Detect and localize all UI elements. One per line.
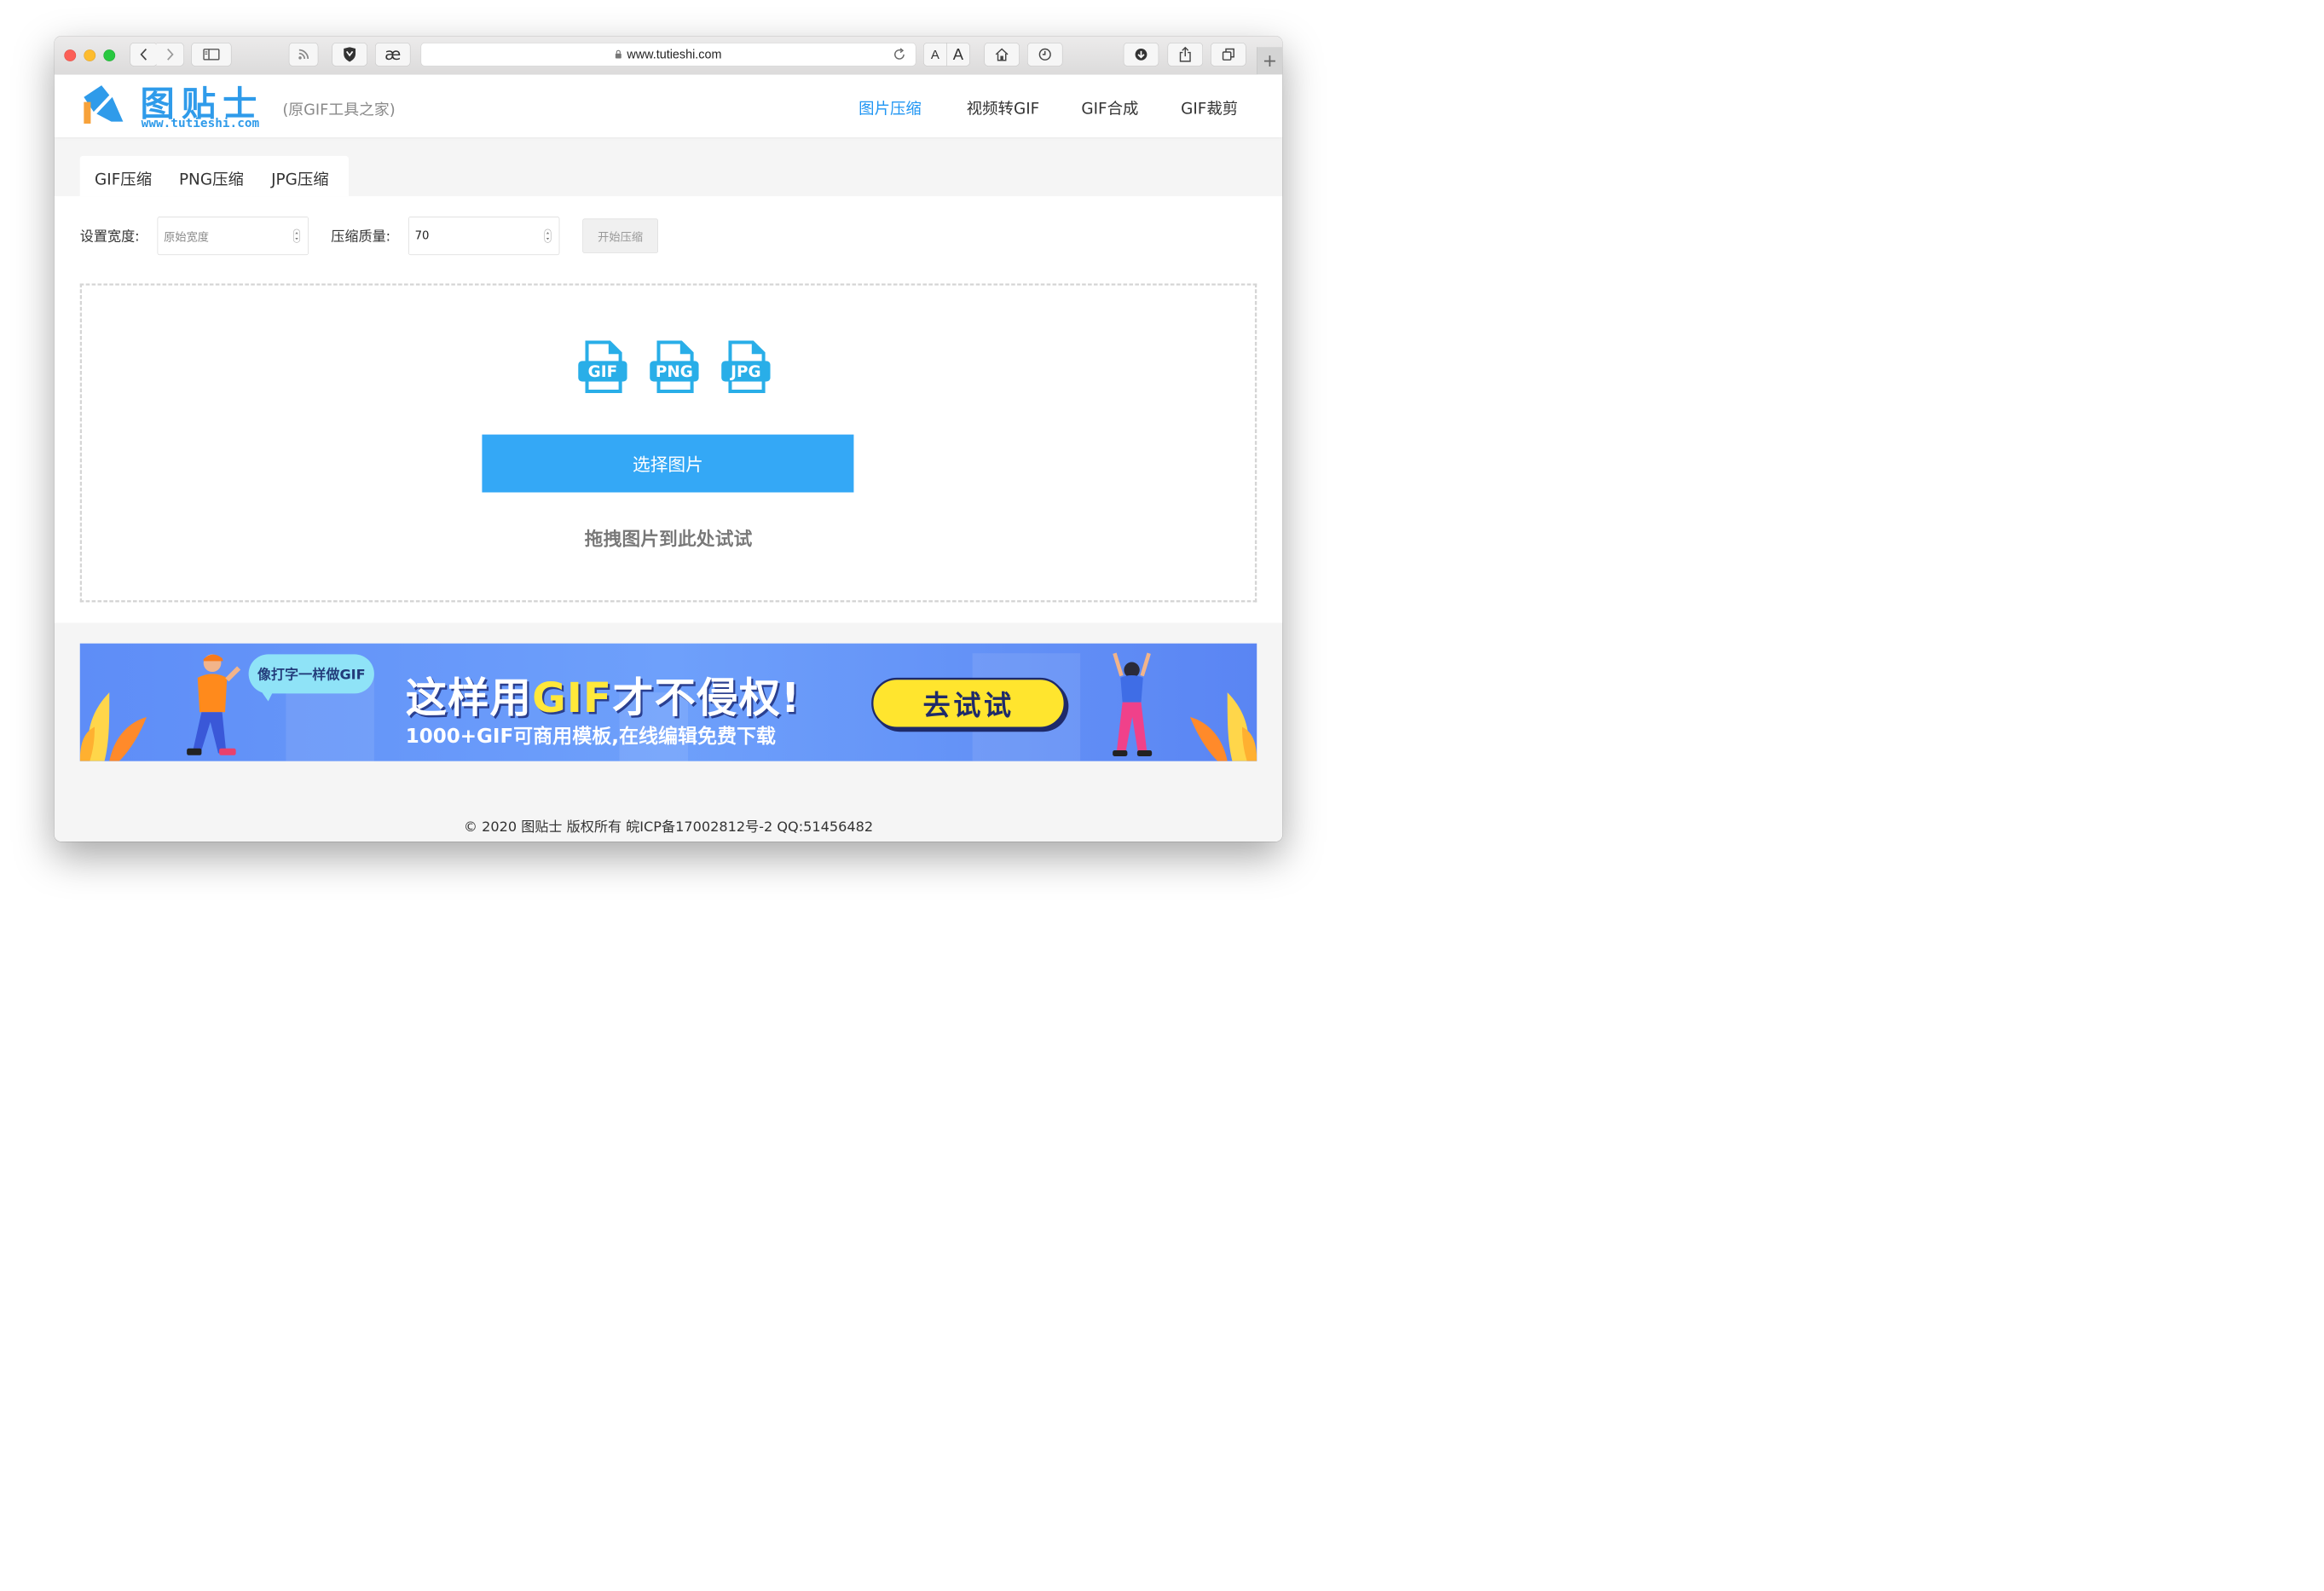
quality-label: 压缩质量: bbox=[331, 228, 391, 245]
banner-try-button[interactable]: 去试试 bbox=[871, 677, 1066, 729]
share-icon bbox=[1179, 46, 1191, 62]
browser-toolbar: æ www.tutieshi.com A A + bbox=[54, 36, 1283, 75]
drag-hint: 拖拽图片到此处试试 bbox=[584, 528, 753, 550]
text-larger-label: A bbox=[952, 45, 964, 63]
download-icon bbox=[1135, 48, 1148, 61]
logo-icon[interactable] bbox=[82, 82, 125, 126]
banner-bubble: 像打字一样做GIF bbox=[248, 654, 374, 702]
gif-file-icon: GIF bbox=[578, 340, 627, 394]
site-header: 图贴士 www.tutieshi.com (原GIF工具之家) 图片压缩 视频转… bbox=[54, 74, 1283, 138]
zoom-window-button[interactable] bbox=[103, 49, 116, 61]
extension-shield-button[interactable] bbox=[332, 43, 367, 67]
reload-icon[interactable] bbox=[892, 47, 906, 61]
plus-icon: + bbox=[1262, 50, 1278, 72]
choose-image-button[interactable]: 选择图片 bbox=[482, 434, 854, 493]
tabs-icon bbox=[1222, 48, 1234, 61]
quality-value: 70 bbox=[414, 229, 430, 243]
browser-window: æ www.tutieshi.com A A + 图贴士 www.tutiesh… bbox=[54, 36, 1283, 842]
nav-video-to-gif[interactable]: 视频转GIF bbox=[967, 96, 1040, 119]
home-button[interactable] bbox=[984, 43, 1020, 67]
forward-button[interactable] bbox=[156, 43, 184, 67]
clock-icon bbox=[1038, 48, 1051, 61]
girl-illustration-icon bbox=[1113, 652, 1153, 756]
compress-panel: 设置宽度: 原始宽度 压缩质量: 70 开始压缩 GIF PNG JPG 选择图… bbox=[54, 196, 1283, 623]
banner-title-pre: 这样用 bbox=[405, 674, 533, 722]
tab-gif-compress[interactable]: GIF压缩 bbox=[95, 167, 152, 189]
sidebar-icon bbox=[203, 49, 220, 61]
home-icon bbox=[995, 48, 1009, 61]
chevron-left-icon bbox=[140, 48, 147, 61]
history-button[interactable] bbox=[1027, 43, 1063, 67]
downloads-button[interactable] bbox=[1123, 43, 1159, 67]
sidebar-button[interactable] bbox=[191, 43, 232, 67]
jpg-file-label: JPG bbox=[729, 363, 760, 381]
extension-ae-button[interactable]: æ bbox=[375, 43, 411, 67]
url-text: www.tutieshi.com bbox=[627, 47, 722, 61]
nav-gif-crop[interactable]: GIF裁剪 bbox=[1181, 96, 1238, 119]
format-tabs: GIF压缩 PNG压缩 JPG压缩 bbox=[79, 155, 349, 197]
ae-icon: æ bbox=[384, 44, 402, 65]
plant-left-icon bbox=[79, 692, 147, 761]
width-stepper-icon[interactable] bbox=[292, 229, 301, 243]
banner-subtitle: 1000+GIF可商用模板,在线编辑免费下载 bbox=[405, 725, 777, 748]
boy-illustration-icon bbox=[187, 654, 241, 755]
quality-stepper-icon[interactable] bbox=[544, 229, 552, 243]
rss-icon bbox=[298, 49, 309, 60]
start-compress-button[interactable]: 开始压缩 bbox=[582, 218, 658, 253]
shield-icon bbox=[344, 47, 356, 62]
drop-zone[interactable]: GIF PNG JPG 选择图片 拖拽图片到此处试试 bbox=[79, 283, 1257, 603]
jpg-file-icon: JPG bbox=[721, 340, 771, 394]
close-window-button[interactable] bbox=[64, 49, 77, 61]
width-input[interactable]: 原始宽度 bbox=[157, 217, 309, 256]
address-bar[interactable]: www.tutieshi.com bbox=[420, 43, 916, 67]
tab-jpg-compress[interactable]: JPG压缩 bbox=[271, 167, 329, 189]
logo-url: www.tutieshi.com bbox=[141, 115, 260, 130]
nav-image-compress[interactable]: 图片压缩 bbox=[858, 96, 922, 119]
banner-title-post: 才不侵权! bbox=[612, 674, 801, 722]
tabs-overview-button[interactable] bbox=[1211, 43, 1246, 67]
logo-subtitle: (原GIF工具之家) bbox=[282, 101, 396, 119]
lock-icon bbox=[616, 49, 622, 59]
quality-input[interactable]: 70 bbox=[408, 217, 560, 256]
text-smaller-label: A bbox=[930, 46, 939, 62]
site-footer: © 2020 图贴士 版权所有 皖ICP备17002812号-2 QQ:5145… bbox=[463, 819, 874, 835]
new-tab-button[interactable]: + bbox=[1257, 47, 1283, 75]
png-file-icon: PNG bbox=[650, 340, 699, 394]
minimize-window-button[interactable] bbox=[84, 49, 96, 61]
text-larger-button[interactable]: A bbox=[946, 43, 970, 67]
chevron-right-icon bbox=[166, 48, 174, 61]
banner-title-gif: GIF bbox=[532, 674, 613, 722]
back-button[interactable] bbox=[130, 43, 158, 67]
banner-title: 这样用GIF才不侵权! bbox=[406, 665, 801, 725]
web-page: 图贴士 www.tutieshi.com (原GIF工具之家) 图片压缩 视频转… bbox=[54, 74, 1283, 842]
gif-file-label: GIF bbox=[588, 363, 618, 381]
share-button[interactable] bbox=[1167, 43, 1203, 67]
plant-right-icon bbox=[1190, 692, 1257, 761]
tab-png-compress[interactable]: PNG压缩 bbox=[179, 167, 244, 189]
rss-button[interactable] bbox=[288, 43, 319, 67]
nav-gif-compose[interactable]: GIF合成 bbox=[1081, 96, 1138, 119]
width-placeholder: 原始宽度 bbox=[164, 230, 210, 244]
png-file-label: PNG bbox=[656, 363, 693, 381]
width-label: 设置宽度: bbox=[79, 228, 140, 245]
promo-banner[interactable]: 像打字一样做GIF 这样用GIF才不侵权! 1000+GIF可商用模板,在线编辑… bbox=[79, 643, 1257, 761]
text-smaller-button[interactable]: A bbox=[923, 43, 947, 67]
